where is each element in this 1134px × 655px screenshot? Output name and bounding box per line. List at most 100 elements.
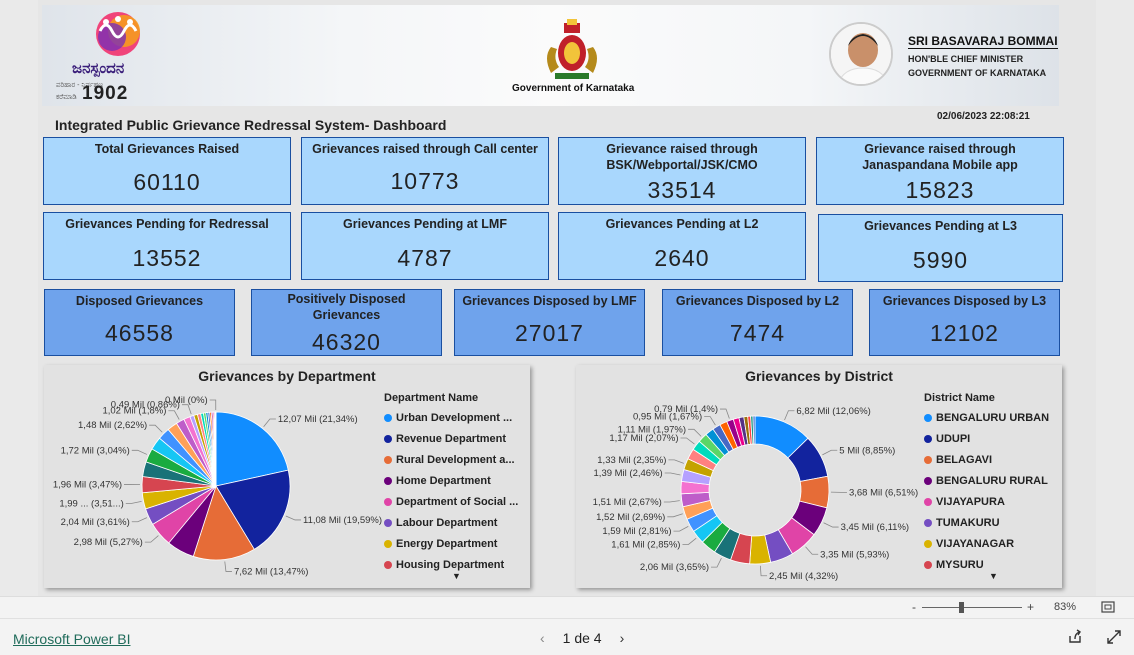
leader-line xyxy=(149,424,163,433)
cm-title-line2: GOVERNMENT OF KARNATAKA xyxy=(908,68,1047,78)
share-icon[interactable] xyxy=(1067,629,1083,645)
data-label: 3,45 Mil (6,11%) xyxy=(841,522,909,533)
legend-item[interactable]: MYSURU xyxy=(924,554,1049,575)
kpi-card-disposed[interactable]: Disposed Grievances 46558 xyxy=(44,289,235,356)
kpi-card-pending-l2[interactable]: Grievances Pending at L2 2640 xyxy=(558,212,806,280)
legend-scroll-down-icon[interactable]: ▼ xyxy=(452,571,461,581)
pie-slice[interactable] xyxy=(752,415,756,445)
legend-item[interactable]: VIJAYAPURA xyxy=(924,491,1049,512)
kpi-label: Positively Disposed Grievances xyxy=(287,292,406,322)
leader-line xyxy=(168,410,180,420)
kpi-value: 2640 xyxy=(654,245,710,271)
legend-item[interactable]: BELAGAVI xyxy=(924,449,1049,470)
leader-line xyxy=(682,537,697,545)
legend-item[interactable]: Labour Department xyxy=(384,512,518,533)
data-label: 1,59 Mil (2,81%) xyxy=(602,526,671,537)
kpi-card-call-center[interactable]: Grievances raised through Call center 10… xyxy=(301,137,549,205)
legend-label: MYSURU xyxy=(936,558,984,571)
data-label: 1,99 ... (3,51...) xyxy=(59,498,123,509)
kpi-value: 7474 xyxy=(729,320,786,346)
data-label: 6,82 Mil (12,06%) xyxy=(796,406,870,417)
kpi-label: Grievances Disposed by L2 xyxy=(675,294,840,308)
kpi-card-disposed-l2[interactable]: Grievances Disposed by L2 7474 xyxy=(662,289,853,356)
kpi-card-disposed-lmf[interactable]: Grievances Disposed by LMF 27017 xyxy=(454,289,645,356)
legend-item[interactable]: Energy Department xyxy=(384,533,518,554)
leader-line xyxy=(704,416,716,426)
kpi-value: 4787 xyxy=(397,245,453,271)
legend-label: Rural Development a... xyxy=(396,453,515,466)
legend-swatch xyxy=(924,434,932,443)
department-pie-chart[interactable]: Grievances by Department 12,07 Mil (21,3… xyxy=(44,365,530,588)
legend-label: BENGALURU RURAL xyxy=(936,474,1048,487)
department-legend: Department Name Urban Development ... Rev… xyxy=(384,392,518,575)
legend-label: Energy Department xyxy=(396,537,498,550)
legend-scroll-down-icon[interactable]: ▼ xyxy=(989,571,998,581)
karnataka-emblem-icon xyxy=(547,19,597,79)
legend-label: VIJAYANAGAR xyxy=(936,537,1015,550)
legend-item[interactable]: Urban Development ... xyxy=(384,407,518,428)
kpi-label: Total Grievances Raised xyxy=(94,142,240,156)
legend-label: Housing Department xyxy=(396,558,505,571)
data-label: 1,61 Mil (2,85%) xyxy=(611,539,680,550)
legend-item[interactable]: VIJAYANAGAR xyxy=(924,533,1049,554)
data-label: 1,11 Mil (1,97%) xyxy=(618,424,686,435)
kpi-card-pending-lmf[interactable]: Grievances Pending at LMF 4787 xyxy=(301,212,549,280)
fit-to-page-icon[interactable] xyxy=(1101,601,1115,613)
kpi-card-positively-disposed[interactable]: Positively Disposed Grievances 46320 xyxy=(251,289,442,356)
kpi-value: 15823 xyxy=(905,177,975,203)
zoom-slider-track[interactable] xyxy=(922,607,1022,608)
kpi-value: 46558 xyxy=(105,320,174,346)
legend-item[interactable]: BENGALURU URBAN xyxy=(924,407,1049,428)
legend-item[interactable]: Rural Development a... xyxy=(384,449,518,470)
legend-item[interactable]: Department of Social ... xyxy=(384,491,518,512)
leader-line xyxy=(131,449,148,455)
legend-item[interactable]: TUMAKURU xyxy=(924,512,1049,533)
zoom-in-button[interactable]: + xyxy=(1027,600,1034,614)
zoom-slider-thumb[interactable] xyxy=(959,602,964,613)
brand-number: 1902 xyxy=(82,83,129,104)
cm-name: SRI BASAVARAJ BOMMAI xyxy=(908,34,1058,49)
government-label: Government of Karnataka xyxy=(512,83,635,94)
power-bi-link[interactable]: Microsoft Power BI xyxy=(13,631,130,647)
brand-number-prefix: ಕರೆಮಾಡಿ xyxy=(56,94,77,101)
district-donut-chart[interactable]: Grievances by District 6,82 Mil (12,06%)… xyxy=(576,365,1062,588)
kpi-card-disposed-l3[interactable]: Grievances Disposed by L3 12102 xyxy=(869,289,1060,356)
data-label: 1,51 Mil (2,67%) xyxy=(593,497,662,508)
previous-page-button[interactable]: ‹ xyxy=(540,630,545,646)
legend-item[interactable]: Home Department xyxy=(384,470,518,491)
leader-line xyxy=(822,449,838,456)
data-label: 1,52 Mil (2,69%) xyxy=(596,512,665,523)
zoom-out-button[interactable]: - xyxy=(912,600,916,614)
header-banner: ಜನಸ್ಪಂದನ ಪರಿಹಾರ - ನಿರ್ವಹಣ ಕರೆಮಾಡಿ 1902 G… xyxy=(42,5,1059,106)
data-label: 0,79 Mil (1,4%) xyxy=(654,404,718,415)
kpi-card-pending-l3[interactable]: Grievances Pending at L3 5990 xyxy=(818,214,1063,282)
legend-swatch xyxy=(384,497,392,506)
data-label: 1,33 Mil (2,35%) xyxy=(597,455,666,466)
legend-item[interactable]: BENGALURU RURAL xyxy=(924,470,1049,491)
legend-label: Home Department xyxy=(396,474,491,487)
kpi-label: Grievances Disposed by LMF xyxy=(462,294,637,308)
legend-swatch xyxy=(924,413,932,422)
legend-swatch xyxy=(924,560,932,569)
kpi-label: Grievances Pending at L2 xyxy=(605,217,759,231)
next-page-button[interactable]: › xyxy=(620,630,625,646)
legend-label: Labour Department xyxy=(396,516,498,529)
legend-swatch xyxy=(924,539,932,548)
legend-label: UDUPI xyxy=(936,432,971,445)
fullscreen-icon[interactable] xyxy=(1106,629,1122,645)
legend-swatch xyxy=(384,518,392,527)
kpi-card-bsk-webportal[interactable]: Grievance raised through BSK/Webportal/J… xyxy=(558,137,806,205)
legend-item[interactable]: UDUPI xyxy=(924,428,1049,449)
legend-swatch xyxy=(384,476,392,485)
legend-item[interactable]: Revenue Department xyxy=(384,428,518,449)
data-label: 1,39 Mil (2,46%) xyxy=(594,468,663,479)
kpi-card-pending-redressal[interactable]: Grievances Pending for Redressal 13552 xyxy=(43,212,291,280)
kpi-card-mobile-app[interactable]: Grievance raised through Janaspandana Mo… xyxy=(816,137,1064,205)
zoom-bar: - + 83% xyxy=(0,596,1134,618)
leader-line xyxy=(125,500,142,504)
kpi-card-total-raised[interactable]: Total Grievances Raised 60110 xyxy=(43,137,291,205)
legend-swatch xyxy=(384,413,392,422)
leader-line xyxy=(759,565,768,577)
legend-swatch xyxy=(924,497,932,506)
kpi-label: Grievances raised through Call center xyxy=(312,142,538,156)
